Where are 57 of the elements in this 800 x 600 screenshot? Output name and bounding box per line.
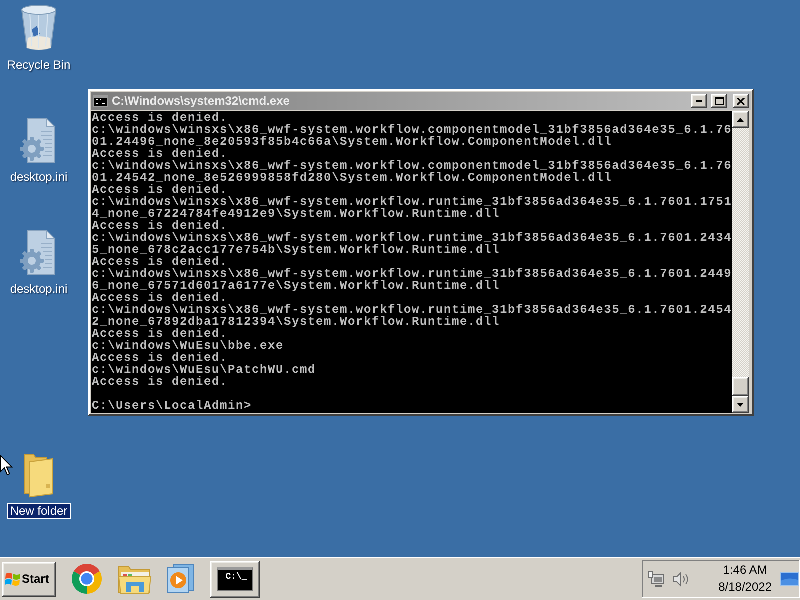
maximize-icon — [714, 97, 724, 105]
console-line: Access is denied. — [92, 112, 228, 124]
up-arrow-icon — [737, 118, 744, 122]
console-line: Access is denied. — [92, 184, 228, 196]
console-line: Access is denied. — [92, 328, 228, 340]
console-line: c:\windows\winsxs\x86_wwf-system.workflow.runtime_31bf3856ad364e35_6.1.7601.2454 — [92, 304, 732, 316]
console-line: 01.24496_none_8e20593f85b4c66a\System.Workflow.ComponentModel.dll — [92, 136, 612, 148]
console-line: c:\windows\winsxs\x86_wwf-system.workflow.componentmodel_31bf3856ad364e35_6.1.76 — [92, 124, 732, 136]
console-line: Access is denied. — [92, 256, 228, 268]
console-line: 4_none_67224784fe4912e9\System.Workflow.Runtime.dll — [92, 208, 500, 220]
close-icon — [737, 98, 745, 104]
clock-time[interactable]: 1:46 AM — [723, 562, 768, 579]
console-line: Access is denied. — [92, 292, 228, 304]
console-line: 01.24542_none_8e526999858fd280\System.Workflow.ComponentModel.dll — [92, 172, 612, 184]
icon-label[interactable]: New folder — [7, 503, 71, 519]
window-title: C:\Windows\system32\cmd.exe — [112, 94, 291, 108]
settings-file-icon[interactable] — [19, 118, 59, 164]
folder-icon[interactable] — [23, 452, 55, 498]
console-line: c:\windows\WuEsu\bbe.exe — [92, 340, 284, 352]
mouse-pointer-icon — [0, 455, 13, 476]
settings-file-icon[interactable] — [19, 230, 59, 276]
console-line: Access is denied. — [92, 376, 228, 388]
console-line: c:\windows\winsxs\x86_wwf-system.workflow.runtime_31bf3856ad364e35_6.1.7601.2434 — [92, 232, 732, 244]
console-line: 6_none_67571d6017a6177e\System.Workflow.Runtime.dll — [92, 280, 500, 292]
start-button[interactable]: Start — [2, 562, 56, 596]
browser-icon[interactable] — [71, 563, 103, 595]
command-prompt[interactable]: C:\Users\LocalAdmin> — [92, 400, 252, 412]
icon-label[interactable]: Recycle Bin — [4, 57, 74, 73]
network-icon[interactable] — [648, 570, 665, 588]
recycle-bin-icon[interactable] — [20, 4, 58, 52]
scroll-up-button[interactable] — [732, 111, 749, 128]
console-line: Access is denied. — [92, 220, 228, 232]
console-line: c:\windows\winsxs\x86_wwf-system.workflow.componentmodel_31bf3856ad364e35_6.1.76 — [92, 160, 732, 172]
console-line: c:\windows\WuEsu\PatchWU.cmd — [92, 364, 316, 376]
minimize-button[interactable] — [691, 94, 707, 108]
console-taskbar-button[interactable]: C:\_ — [210, 560, 260, 598]
console-line: Access is denied. — [92, 352, 228, 364]
console-line: c:\windows\winsxs\x86_wwf-system.workflow.runtime_31bf3856ad364e35_6.1.7601.2449 — [92, 268, 732, 280]
speaker-icon[interactable] — [673, 570, 690, 588]
play-icon[interactable] — [167, 564, 195, 594]
console-line: 2_none_67892dba17812394\System.Workflow.Runtime.dll — [92, 316, 500, 328]
windows-flag-icon — [5, 572, 21, 586]
icon-label[interactable]: desktop.ini — [7, 281, 71, 297]
maximize-button[interactable] — [711, 94, 727, 108]
scrollbar-thumb[interactable] — [732, 377, 749, 396]
console-line: 5_none_678c2acc177e754b\System.Workflow.Runtime.dll — [92, 244, 500, 256]
icon-label[interactable]: desktop.ini — [7, 169, 71, 185]
down-arrow-icon — [737, 402, 744, 406]
console-line: c:\windows\winsxs\x86_wwf-system.workflow.runtime_31bf3856ad364e35_6.1.7601.1751 — [92, 196, 732, 208]
console-line: Access is denied. — [92, 148, 228, 160]
screen-icon[interactable] — [780, 572, 799, 586]
scroll-down-button[interactable] — [732, 396, 749, 413]
clock-date[interactable]: 8/18/2022 — [718, 579, 772, 596]
minimize-icon — [696, 100, 702, 102]
console-icon: C:\_ — [217, 567, 253, 591]
console-icon — [93, 95, 108, 107]
close-button[interactable] — [733, 94, 749, 108]
